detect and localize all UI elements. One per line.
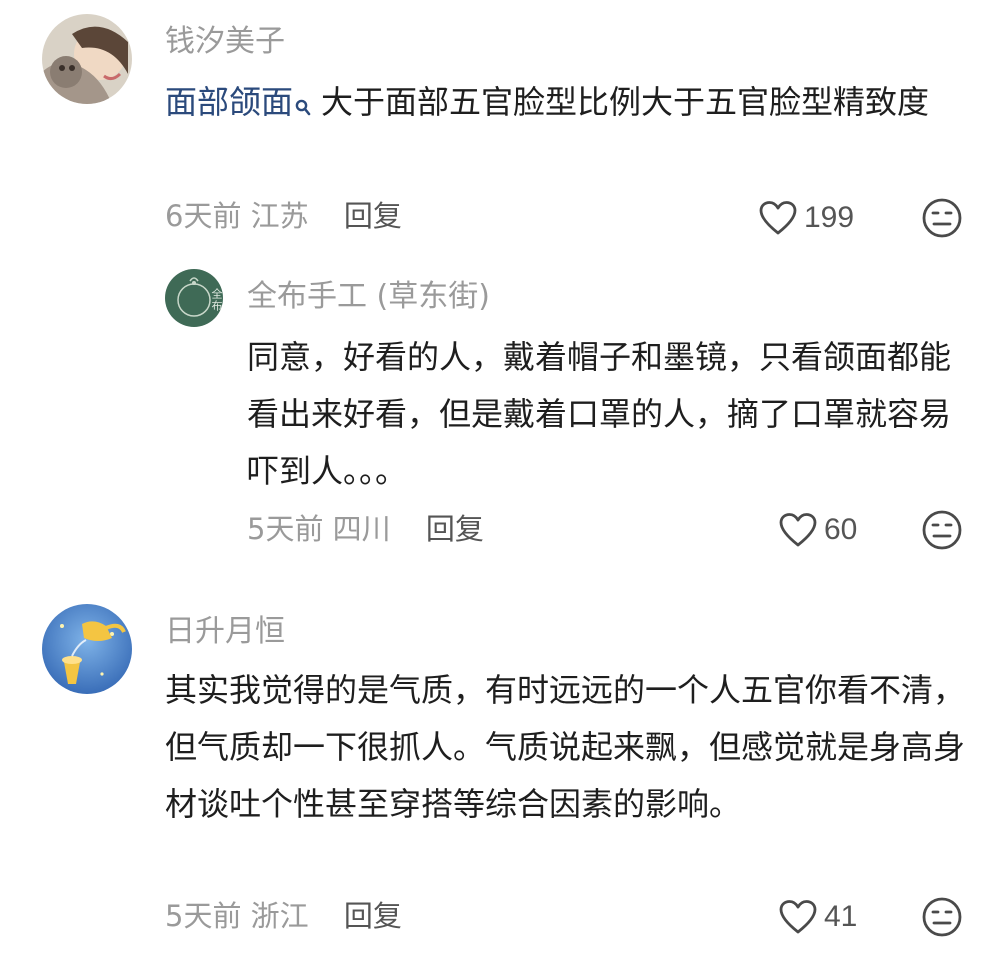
reply-location: 四川 [332,512,391,546]
avatar[interactable]: 全布 [165,269,223,327]
avatar[interactable] [42,604,132,694]
like-button[interactable]: 60 [778,508,857,552]
comment-location: 江苏 [250,199,309,233]
comment-time: 5天前 [165,899,242,933]
reply-time: 5天前 [247,512,324,546]
comment-time: 6天前 [165,199,242,233]
reply-item: 全布 全布手工 (草东街) 同意，好看的人，戴着帽子和墨镜，只看颌面都能看出来好… [0,255,1004,565]
comment-meta: 6天前 江苏 回复 [165,196,402,236]
unhappy-face-icon [922,198,962,238]
comment-author[interactable]: 钱汐美子 [165,22,285,62]
unhappy-face-icon [922,897,962,937]
reply-button[interactable]: 回复 [344,199,402,233]
comment-body: 面部颌面 大于面部五官脸型比例大于五官脸型精致度 [165,74,955,135]
heart-outline-icon [779,513,817,547]
dislike-button[interactable] [921,197,963,239]
comment-location: 浙江 [250,899,309,933]
comment-item: 钱汐美子 面部颌面 大于面部五官脸型比例大于五官脸型精致度 6天前 江苏 回复 1… [0,0,1004,250]
heart-outline-icon [759,201,797,235]
like-count: 41 [824,900,858,933]
dislike-button[interactable] [921,896,963,938]
reply-author[interactable]: 全布手工 (草东街) [247,277,490,317]
avatar-text: 全布 [210,288,223,312]
reply-button[interactable]: 回复 [426,512,484,546]
comment-body: 其实我觉得的是气质，有时远远的一个人五官你看不清，但气质却一下很抓人。气质说起来… [165,671,966,823]
reply-meta: 5天前 四川 回复 [247,509,484,549]
heart-outline-icon [779,900,817,934]
comment-author[interactable]: 日升月恒 [165,612,285,652]
unhappy-face-icon [922,510,962,550]
comment-link-text[interactable]: 面部颌面 [165,83,293,121]
avatar-illustration [42,604,132,694]
comment-item: 日升月恒 其实我觉得的是气质，有时远远的一个人五官你看不清，但气质却一下很抓人。… [0,590,1004,960]
comment-meta: 5天前 浙江 回复 [165,896,402,936]
like-button[interactable]: 41 [778,895,857,939]
avatar-photo [42,14,132,104]
comment-text: 大于面部五官脸型比例大于五官脸型精致度 [321,83,930,121]
like-count: 199 [804,201,855,234]
like-button[interactable]: 199 [758,196,854,240]
dislike-button[interactable] [921,509,963,551]
reply-button[interactable]: 回复 [344,899,402,933]
like-count: 60 [824,513,858,546]
avatar[interactable] [42,14,132,104]
reply-body: 同意，好看的人，戴着帽子和墨镜，只看颌面都能看出来好看，但是戴着口罩的人，摘了口… [247,338,952,490]
search-icon[interactable] [295,78,311,135]
